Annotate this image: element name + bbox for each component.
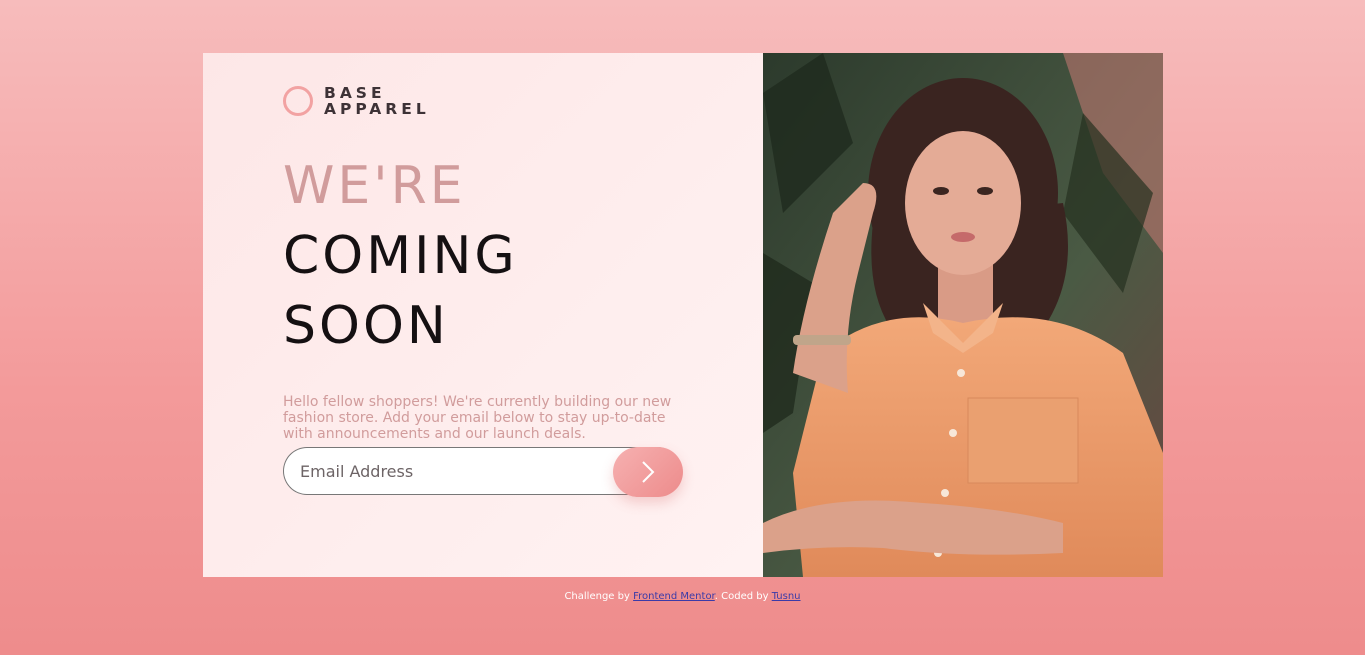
coming-soon-card: BASE APPAREL WE'RE COMING SOON Hello fel… [203,53,1163,577]
content-panel: BASE APPAREL WE'RE COMING SOON Hello fel… [203,53,763,577]
headline-line-3: SOON [283,296,449,356]
logo-text: BASE APPAREL [324,85,430,117]
email-form: Email Address [283,447,683,497]
author-link[interactable]: Tusnu [772,591,801,602]
logo-ring-icon [283,86,313,116]
headline: WE'RE COMING SOON [283,151,518,361]
footer-prefix: Challenge by [564,591,630,602]
footer-middle: . Coded by [714,591,769,602]
logo-line-2: APPAREL [324,100,430,118]
headline-line-2: COMING [283,226,518,286]
email-placeholder: Email Address [300,462,414,481]
submit-button[interactable] [613,447,683,497]
frontend-mentor-link[interactable]: Frontend Mentor [633,591,715,602]
logo-line-1: BASE [324,84,386,102]
woman-in-orange-shirt-photo [763,53,1163,577]
attribution-footer: Challenge by Frontend Mentor. Coded by T… [0,591,1365,602]
logo: BASE APPAREL [283,85,430,117]
chevron-right-icon [642,461,655,483]
hero-image [763,53,1163,577]
intro-text: Hello fellow shoppers! We're currently b… [283,394,672,442]
headline-light: WE'RE [283,156,466,216]
